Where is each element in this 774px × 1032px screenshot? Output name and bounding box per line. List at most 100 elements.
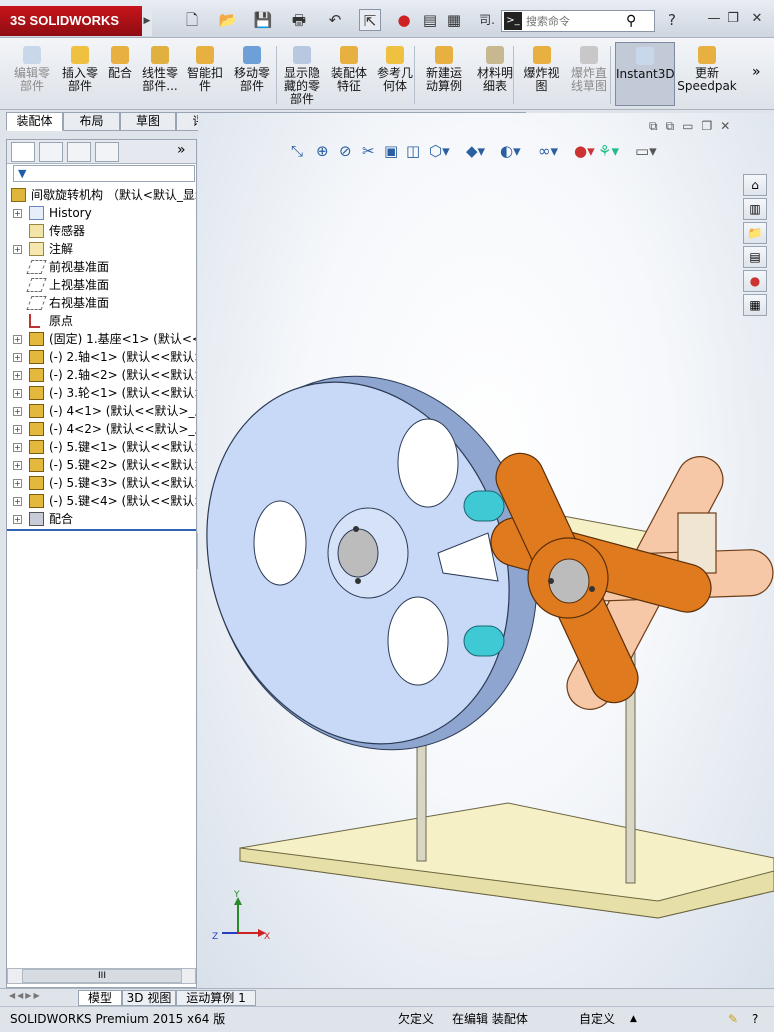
custom-properties-icon[interactable]: ▦ [743, 294, 767, 316]
tree-filter[interactable]: ▼ [13, 165, 195, 182]
tree-item[interactable]: + (-) 2.轴<2> (默认<<默认> [7, 366, 196, 384]
command-4-button[interactable]: 智能扣 件 [183, 42, 227, 106]
units-up-arrow-icon[interactable]: ▲ [630, 1009, 637, 1029]
tree-item-label: (-) 5.键<2> (默认<<默认> [49, 458, 196, 472]
rebuild-traffic-light-icon[interactable]: ● [397, 9, 411, 31]
command-13-button[interactable]: Instant3D [615, 42, 675, 106]
search-icon[interactable]: ⚲ [626, 11, 636, 31]
bottom-tab-2[interactable]: 运动算例 1 [176, 990, 256, 1006]
file-properties-icon[interactable]: ▤ [420, 9, 440, 31]
tree-item[interactable]: + (-) 5.键<1> (默认<<默认> [7, 438, 196, 456]
tree-item[interactable]: 右视基准面 [7, 294, 196, 312]
pin-2[interactable] [463, 625, 505, 657]
tree-item[interactable]: + (-) 4<1> (默认<<默认>_显 [7, 402, 196, 420]
minimize-window-button[interactable]: — [705, 10, 723, 28]
status-units[interactable]: 自定义 [579, 1009, 615, 1029]
tree-item[interactable]: + 配合 [7, 510, 196, 528]
command-6-button[interactable]: 显示隐 藏的零 部件 [278, 42, 326, 106]
feature-tree-tab-icon[interactable] [11, 142, 35, 162]
graphics-viewport[interactable]: ⧉⧉▭❐✕ ⤡ ⊕ ⊘ ✂ ▣ ◫ ⬡▾ ◆▾ ◐▾ ∞▾ ●▾ ⚘▾ ▭▾ Y… [198, 113, 774, 988]
tree-item[interactable]: + (固定) 1.基座<1> (默认<< [7, 330, 196, 348]
tree-item[interactable]: 上视基准面 [7, 276, 196, 294]
tree-item[interactable]: 前视基准面 [7, 258, 196, 276]
logo-menu-arrow-icon[interactable]: ▶ [142, 6, 152, 36]
tree-item[interactable]: 原点 [7, 312, 196, 330]
command-3-button[interactable]: 线性零 部件... [138, 42, 182, 106]
appearances-icon[interactable]: ● [743, 270, 767, 292]
expand-icon[interactable]: + [13, 497, 22, 506]
command-14-button[interactable]: 更新 Speedpak [676, 42, 738, 106]
more-menu-icon[interactable]: 司. [478, 9, 496, 31]
command-overflow-icon[interactable]: » [752, 64, 761, 80]
save-icon[interactable]: 💾 [251, 9, 275, 31]
expand-icon[interactable]: + [13, 443, 22, 452]
configuration-tab-icon[interactable] [67, 142, 91, 162]
tree-item[interactable]: + (-) 4<2> (默认<<默认>_显 [7, 420, 196, 438]
command-5-button[interactable]: 移动零 部件 [228, 42, 276, 106]
tree-item[interactable]: + 注解 [7, 240, 196, 258]
expand-icon[interactable]: + [13, 335, 22, 344]
tab-0[interactable]: 装配体 [6, 112, 63, 131]
rollback-bar[interactable] [7, 529, 196, 531]
tab-1[interactable]: 布局 [63, 112, 120, 131]
close-window-button[interactable]: ✕ [748, 10, 766, 28]
tree-root[interactable]: 间歇旋转机构 （默认<默认_显示 [7, 186, 196, 204]
property-manager-tab-icon[interactable] [39, 142, 63, 162]
tree-horizontal-scrollbar[interactable]: III [7, 968, 196, 984]
command-0-button[interactable]: 编辑零 部件 [8, 42, 56, 106]
tree-item[interactable]: + (-) 3.轮<1> (默认<<默认> [7, 384, 196, 402]
command-11-button[interactable]: 爆炸视 图 [519, 42, 564, 106]
print-icon[interactable]: 🖶 [287, 9, 311, 31]
home-icon[interactable]: ⌂ [743, 174, 767, 196]
scroll-thumb[interactable]: III [22, 969, 182, 983]
restore-window-button[interactable]: ❐ [724, 10, 742, 28]
expand-icon[interactable]: + [13, 425, 22, 434]
tab-2[interactable]: 草图 [120, 112, 176, 131]
expand-icon[interactable]: + [13, 479, 22, 488]
tab-scroll-arrows-icon[interactable]: ◀◀▶▶ [9, 991, 75, 1005]
select-cursor-icon[interactable]: ⇱ [359, 9, 381, 31]
command-2-button[interactable]: 配合 [104, 42, 136, 106]
bottom-tab-0[interactable]: 模型 [78, 990, 122, 1006]
command-10-button[interactable]: 材料明 细表 [471, 42, 519, 106]
tree-item[interactable]: + History [7, 204, 196, 222]
command-12-button[interactable]: 爆炸直 线草图 [564, 42, 614, 106]
expand-icon[interactable]: + [13, 353, 22, 362]
rebuild-status-icon[interactable]: ✎ [728, 1009, 738, 1029]
undo-icon[interactable]: ↶ [323, 9, 347, 31]
tree-item[interactable]: + (-) 5.键<4> (默认<<默认> [7, 492, 196, 510]
new-document-icon[interactable]: 🗋 [180, 9, 204, 31]
library-icon[interactable]: ▥ [743, 198, 767, 220]
view-palette-icon[interactable]: ▤ [743, 246, 767, 268]
help-status-icon[interactable]: ? [752, 1009, 758, 1029]
expand-icon[interactable]: + [13, 407, 22, 416]
expand-icon[interactable]: + [13, 389, 22, 398]
expand-icon[interactable]: + [13, 209, 22, 218]
options-icon[interactable]: ▦ [444, 9, 464, 31]
search-commands-box[interactable]: >_ ⚲ [501, 10, 655, 32]
expand-icon[interactable]: + [13, 461, 22, 470]
command-7-button[interactable]: 装配体 特征 [327, 42, 371, 106]
tree-item[interactable]: + (-) 5.键<3> (默认<<默认> [7, 474, 196, 492]
solidworks-logo[interactable]: 3S SOLIDWORKS [0, 6, 142, 36]
help-icon[interactable]: ? [664, 9, 680, 31]
open-folder-icon[interactable]: 📂 [216, 9, 240, 31]
expand-panel-icon[interactable]: » [177, 142, 186, 158]
command-9-button[interactable]: 新建运 动算例 [420, 42, 468, 106]
display-manager-tab-icon[interactable] [95, 142, 119, 162]
expand-icon[interactable]: + [13, 515, 22, 524]
origin-icon [29, 314, 40, 328]
expand-icon[interactable]: + [13, 371, 22, 380]
tree-item[interactable]: 传感器 [7, 222, 196, 240]
command-11-icon [532, 46, 551, 64]
tree-item[interactable]: + (-) 5.键<2> (默认<<默认> [7, 456, 196, 474]
command-8-button[interactable]: 参考几 何体 [371, 42, 419, 106]
bottom-tab-1[interactable]: 3D 视图 [122, 990, 176, 1006]
assembly-model-render[interactable]: Y X Z [198, 113, 774, 988]
pin-1[interactable] [463, 490, 505, 522]
command-1-button[interactable]: 插入零 部件 [56, 42, 104, 106]
expand-icon[interactable]: + [13, 245, 22, 254]
tree-item[interactable]: + (-) 2.轴<1> (默认<<默认> [7, 348, 196, 366]
search-input[interactable] [526, 12, 622, 30]
file-explorer-icon[interactable]: 📁 [743, 222, 767, 244]
